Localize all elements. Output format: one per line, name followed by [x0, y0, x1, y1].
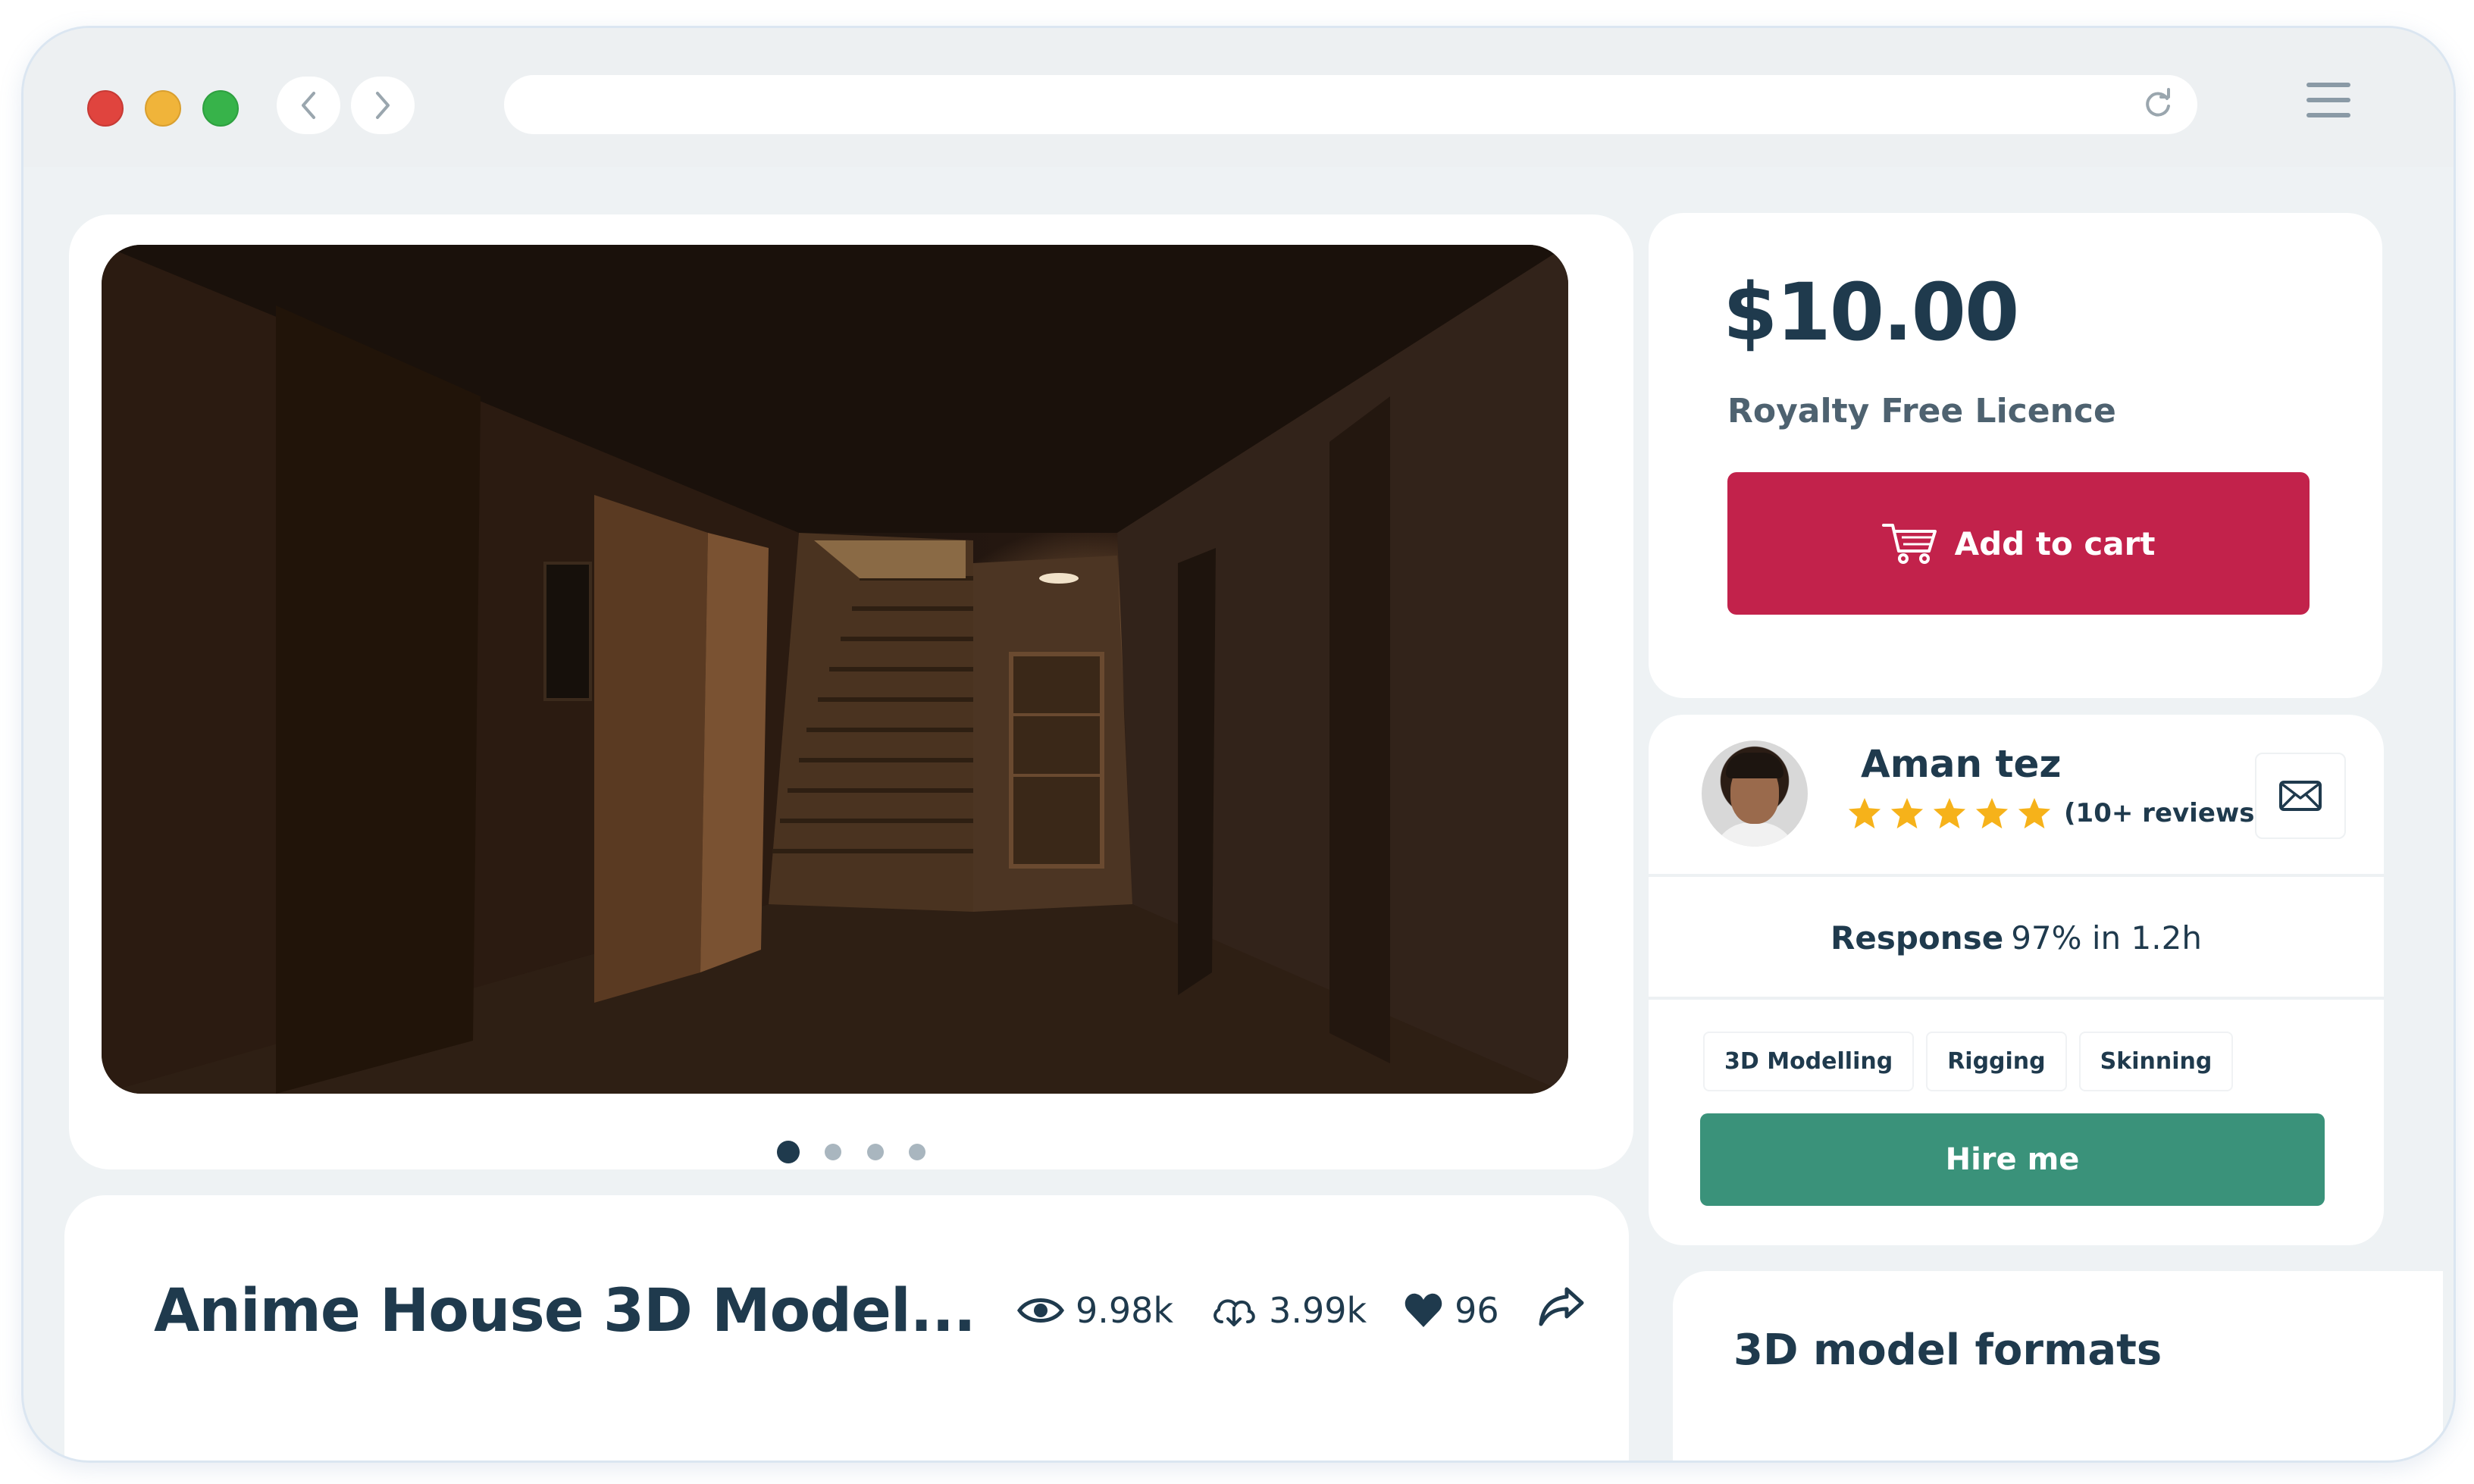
carousel-dot-4[interactable]	[908, 1144, 925, 1160]
reload-icon[interactable]	[2141, 88, 2175, 121]
chevron-right-icon	[376, 92, 390, 119]
envelope-icon	[2279, 781, 2322, 811]
add-to-cart-label: Add to cart	[1954, 524, 2156, 562]
back-button[interactable]	[277, 77, 340, 134]
star-icon	[2018, 797, 2051, 829]
star-icon	[1848, 797, 1881, 829]
seller-rating: (10+ reviews)	[1847, 797, 2266, 830]
skill-tags: 3D Modelling Rigging Skinning	[1703, 1032, 2245, 1091]
star-icon	[1975, 797, 2009, 829]
minimize-window-button[interactable]	[145, 90, 181, 127]
downloads-stat: 3.99k	[1210, 1290, 1367, 1331]
cloud-download-icon	[1214, 1299, 1255, 1326]
hamburger-menu-icon[interactable]	[2306, 83, 2350, 122]
message-seller-button[interactable]	[2255, 753, 2346, 839]
carousel-dot-3[interactable]	[866, 1144, 884, 1160]
eye-icon	[1016, 1298, 1065, 1323]
product-title-card: Anime House 3D Model... 9.98k 3.99k 96	[64, 1195, 1629, 1461]
divider	[1649, 997, 2384, 1000]
browser-window: Anime House 3D Model... 9.98k 3.99k 96 $…	[21, 26, 2456, 1463]
carousel-dot-1[interactable]	[777, 1141, 800, 1163]
views-count: 9.98k	[1076, 1290, 1174, 1331]
response-label: Response	[1830, 919, 2004, 956]
skill-tag[interactable]: Rigging	[1926, 1032, 2067, 1091]
product-preview-image[interactable]	[102, 245, 1568, 1094]
likes-stat[interactable]: 96	[1403, 1290, 1499, 1331]
hallway-illustration	[102, 245, 1568, 1094]
forward-button[interactable]	[351, 77, 415, 134]
response-value: 97% in 1.2h	[2011, 919, 2202, 956]
gallery-card	[69, 214, 1633, 1169]
chevron-left-icon	[302, 92, 315, 119]
pricing-card: $10.00 Royalty Free Licence Add to cart	[1649, 213, 2382, 698]
heart-icon	[1405, 1293, 1442, 1327]
divider	[1649, 874, 2384, 877]
address-bar[interactable]	[504, 75, 2197, 134]
seller-avatar[interactable]	[1702, 740, 1808, 847]
star-icon	[1890, 797, 1924, 829]
product-stats: 9.98k 3.99k 96	[1016, 1280, 1536, 1341]
add-to-cart-button[interactable]: Add to cart	[1727, 472, 2310, 615]
downloads-count: 3.99k	[1269, 1290, 1367, 1331]
hire-me-button[interactable]: Hire me	[1700, 1113, 2325, 1206]
response-rate: Response 97% in 1.2h	[1649, 919, 2384, 956]
close-window-button[interactable]	[87, 90, 124, 127]
star-icon	[1933, 797, 1966, 829]
share-icon[interactable]	[1538, 1286, 1585, 1327]
seller-card: Aman tez (10+ reviews) Response 97% in 1.…	[1649, 715, 2384, 1245]
hire-me-label: Hire me	[1945, 1142, 2080, 1177]
formats-heading: 3D model formats	[1733, 1326, 2162, 1375]
maximize-window-button[interactable]	[202, 90, 239, 127]
formats-card: 3D model formats	[1673, 1271, 2443, 1461]
reviews-count[interactable]: (10+ reviews)	[2064, 798, 2266, 828]
licence-label: Royalty Free Licence	[1727, 392, 2116, 430]
carousel-dot-2[interactable]	[825, 1144, 842, 1160]
cart-icon	[1881, 524, 1937, 564]
skill-tag[interactable]: 3D Modelling	[1703, 1032, 1915, 1091]
carousel-pagination	[69, 1141, 1633, 1163]
likes-count: 96	[1455, 1290, 1499, 1331]
views-stat: 9.98k	[1016, 1290, 1173, 1331]
price: $10.00	[1723, 266, 2019, 358]
product-title: Anime House 3D Model...	[154, 1277, 976, 1345]
skill-tag[interactable]: Skinning	[2078, 1032, 2234, 1091]
seller-name[interactable]: Aman tez	[1861, 742, 2061, 786]
browser-titlebar	[23, 28, 2454, 167]
